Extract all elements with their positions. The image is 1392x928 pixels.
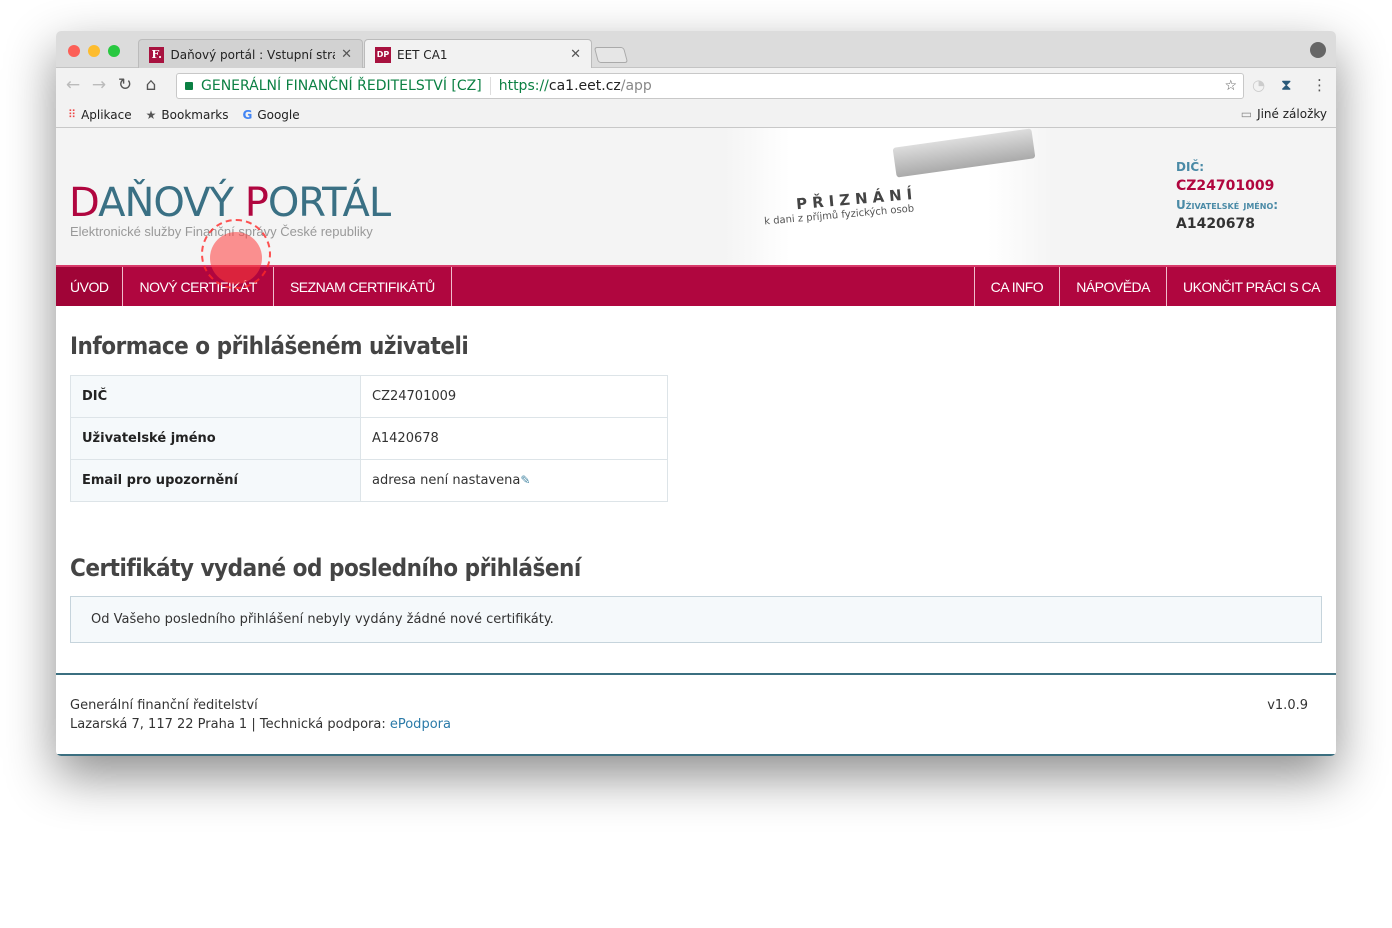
profile-icon[interactable] <box>1310 42 1326 58</box>
email-value: adresa není nastavena <box>372 473 521 488</box>
click-indicator <box>210 232 262 284</box>
certs-heading: Certifikáty vydané od posledního přihláš… <box>70 554 581 582</box>
folder-icon: ▭ <box>1240 107 1253 121</box>
footer-org: Generální finanční ředitelství <box>70 698 258 713</box>
close-window-button[interactable] <box>68 45 80 57</box>
nav-ca-info[interactable]: CA INFO <box>975 267 1061 306</box>
epodpora-link[interactable]: ePodpora <box>390 717 451 732</box>
maximize-window-button[interactable] <box>108 45 120 57</box>
main-content: Informace o přihlášeném uživateli DIČ CZ2… <box>56 332 1336 643</box>
dic-value: CZ24701009 <box>1176 178 1275 194</box>
favicon: F. <box>149 46 165 63</box>
star-icon: ★ <box>145 107 157 122</box>
extension-hourglass-icon[interactable]: ⧗ <box>1281 76 1292 94</box>
bookmark-label: Aplikace <box>81 107 132 122</box>
menu-icon[interactable]: ⋮ <box>1312 76 1327 94</box>
username-label: Uživatelské jméno: <box>1176 198 1279 212</box>
google-icon: G <box>242 107 253 122</box>
extension-icon[interactable]: ◔ <box>1252 76 1265 94</box>
bookmark-label: Jiné záložky <box>1257 107 1327 121</box>
table-row: DIČ CZ24701009 <box>70 375 668 418</box>
ev-certificate-label: GENERÁLNÍ FINANČNÍ ŘEDITELSTVÍ [CZ] <box>201 78 482 94</box>
url-host: ca1.eet.cz <box>548 78 621 94</box>
close-tab-icon[interactable]: ✕ <box>341 47 352 62</box>
url-scheme: https:// <box>498 78 549 94</box>
lock-icon <box>185 82 193 90</box>
other-bookmarks[interactable]: ▭ Jiné záložky <box>1241 107 1327 121</box>
minimize-window-button[interactable] <box>88 45 100 57</box>
tab-eet-ca1[interactable]: DP EET CA1 ✕ <box>364 39 592 69</box>
nav-seznam-certifikatu[interactable]: SEZNAM CERTIFIKÁTŮ <box>274 267 452 306</box>
bookmark-label: Bookmarks <box>161 107 229 122</box>
bookmark-star-icon[interactable]: ☆ <box>1224 78 1237 94</box>
tab-title: EET CA1 <box>397 47 448 62</box>
nav-ukoncit[interactable]: UKONČIT PRÁCI S CA <box>1167 267 1336 306</box>
user-info-table: DIČ CZ24701009 Uživatelské jméno A1420678 … <box>70 375 668 502</box>
username-value: A1420678 <box>1176 216 1256 232</box>
close-tab-icon[interactable]: ✕ <box>570 47 581 62</box>
bookmarks-bar: ⠿ Aplikace ★ Bookmarks G Google ▭ Jiné zálož… <box>56 102 1336 128</box>
bookmark-bookmarks[interactable]: ★ Bookmarks <box>146 108 229 122</box>
favicon: DP <box>375 46 391 63</box>
usb-key-image <box>892 128 1036 178</box>
info-heading: Informace o přihlášeném uživateli <box>70 332 469 360</box>
banner-image: PŘIZNÁNÍ k dani z příjmů fyzických osob <box>724 128 1054 265</box>
certs-info-box: Od Vašeho posledního přihlášení nebyly v… <box>70 596 1322 643</box>
address-bar[interactable]: GENERÁLNÍ FINANČNÍ ŘEDITELSTVÍ [CZ] http… <box>176 73 1244 99</box>
nav-uvod[interactable]: ÚVOD <box>56 267 124 306</box>
home-icon[interactable]: ⌂ <box>138 75 164 95</box>
toolbar: ← → ↻ ⌂ GENERÁLNÍ FINANČNÍ ŘEDITELSTVÍ [… <box>56 68 1336 102</box>
bookmark-google[interactable]: G Google <box>242 108 299 122</box>
new-tab-button[interactable] <box>593 47 629 63</box>
tab-bar: F. Daňový portál : Vstupní strán ✕ DP EE… <box>56 31 1336 69</box>
table-row: Email pro upozornění adresa není nastaven… <box>70 459 668 502</box>
browser-window: F. Daňový portál : Vstupní strán ✕ DP EE… <box>56 31 1336 756</box>
edit-email-icon[interactable]: ✎ <box>520 473 530 487</box>
tab-danovy-portal[interactable]: F. Daňový portál : Vstupní strán ✕ <box>138 39 363 69</box>
back-icon[interactable]: ← <box>60 75 86 95</box>
bookmark-aplikace[interactable]: ⠿ Aplikace <box>68 108 132 122</box>
reload-icon[interactable]: ↻ <box>112 75 138 95</box>
forward-icon[interactable]: → <box>86 75 112 95</box>
footer: Generální finanční ředitelství Lazarská … <box>56 673 1336 756</box>
footer-address: Lazarská 7, 117 22 Praha 1 | Technická p… <box>70 717 390 732</box>
nav-napoveda[interactable]: NÁPOVĚDA <box>1060 267 1167 306</box>
tab-title: Daňový portál : Vstupní strán <box>170 47 336 62</box>
version: v1.0.9 <box>1267 698 1308 713</box>
url-path: /app <box>620 78 652 94</box>
dic-label: DIČ: <box>1176 160 1205 174</box>
table-row: Uživatelské jméno A1420678 <box>70 417 668 460</box>
user-info: DIČ: CZ24701009 Uživatelské jméno: A1420… <box>1176 158 1278 234</box>
apps-icon: ⠿ <box>68 108 77 121</box>
bookmark-label: Google <box>257 107 300 122</box>
